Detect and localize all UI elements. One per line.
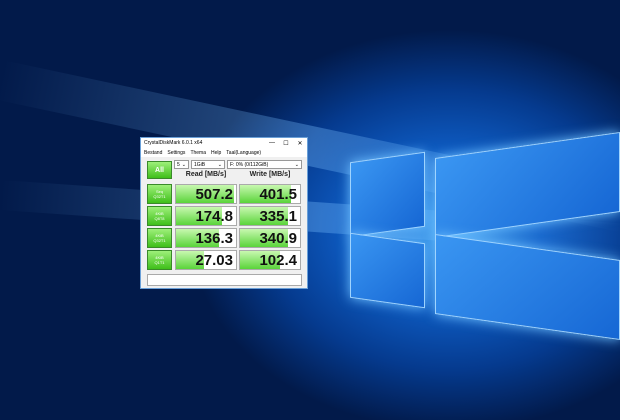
menu-bestand[interactable]: Bestand <box>144 150 162 156</box>
drive-select[interactable]: F: 0% (0/112GiB) ⌄ <box>227 160 302 169</box>
size-value: 1GiB <box>194 161 206 168</box>
maximize-button[interactable]: ☐ <box>279 140 293 147</box>
write-header: Write [MB/s] <box>249 171 291 178</box>
menu-settings[interactable]: Settings <box>167 150 185 156</box>
read-result: 507.2 <box>175 184 237 204</box>
read-result: 136.3 <box>175 228 237 248</box>
size-select[interactable]: 1GiB ⌄ <box>191 160 225 169</box>
menu-bar: Bestand Settings Thema Help Taal(Languag… <box>141 148 307 157</box>
test-button[interactable]: 4KiB Q32T1 <box>147 228 172 248</box>
result-row: Seq Q32T1 507.2 401.5 <box>147 184 302 204</box>
menu-thema[interactable]: Thema <box>190 150 206 156</box>
read-value: 27.03 <box>195 252 233 269</box>
test-params: Q8T8 <box>154 216 165 221</box>
title-bar: CrystalDiskMark 6.0.1 x64 — ☐ ✕ <box>141 138 307 148</box>
write-value: 340.9 <box>259 230 297 247</box>
read-result: 27.03 <box>175 250 237 270</box>
windows-logo <box>350 131 620 341</box>
close-button[interactable]: ✕ <box>293 140 307 147</box>
chevron-down-icon: ⌄ <box>181 161 186 168</box>
menu-help[interactable]: Help <box>211 150 221 156</box>
write-result: 335.1 <box>239 206 301 226</box>
write-value: 401.5 <box>259 186 297 203</box>
test-button[interactable]: Seq Q32T1 <box>147 184 172 204</box>
comment-input[interactable] <box>147 274 302 286</box>
result-row: 4KiB Q1T1 27.03 102.4 <box>147 250 302 270</box>
crystaldiskmark-window: CrystalDiskMark 6.0.1 x64 — ☐ ✕ Bestand … <box>140 137 308 289</box>
test-params: Q32T1 <box>153 194 166 199</box>
chevron-down-icon: ⌄ <box>217 161 222 168</box>
result-row: 4KiB Q32T1 136.3 340.9 <box>147 228 302 248</box>
window-title: CrystalDiskMark 6.0.1 x64 <box>144 140 203 146</box>
read-value: 136.3 <box>195 230 233 247</box>
write-result: 102.4 <box>239 250 301 270</box>
count-select[interactable]: 5 ⌄ <box>174 160 189 169</box>
test-params: Q32T1 <box>153 238 166 243</box>
minimize-button[interactable]: — <box>265 140 279 146</box>
write-value: 335.1 <box>259 208 297 225</box>
read-header: Read [MB/s] <box>185 171 227 178</box>
write-result: 401.5 <box>239 184 301 204</box>
result-row: 4KiB Q8T8 174.8 335.1 <box>147 206 302 226</box>
drive-value: F: 0% (0/112GiB) <box>230 161 269 168</box>
read-value: 174.8 <box>195 208 233 225</box>
menu-language[interactable]: Taal(Language) <box>226 150 261 156</box>
write-result: 340.9 <box>239 228 301 248</box>
write-value: 102.4 <box>259 252 297 269</box>
read-value: 507.2 <box>195 186 233 203</box>
test-params: Q1T1 <box>154 260 165 265</box>
all-button[interactable]: All <box>147 161 172 179</box>
chevron-down-icon: ⌄ <box>294 161 299 168</box>
read-result: 174.8 <box>175 206 237 226</box>
test-button[interactable]: 4KiB Q8T8 <box>147 206 172 226</box>
count-value: 5 <box>177 161 180 168</box>
test-button[interactable]: 4KiB Q1T1 <box>147 250 172 270</box>
